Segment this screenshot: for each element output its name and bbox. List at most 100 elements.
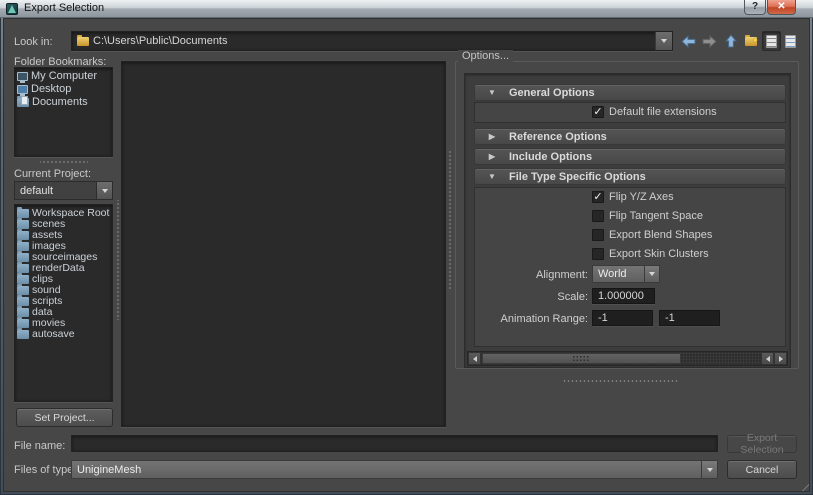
star-icon: ✦	[752, 36, 759, 45]
animation-range-end-input[interactable]: -1	[659, 310, 720, 326]
up-arrow-icon	[724, 34, 738, 48]
close-button[interactable]: ✕	[767, 0, 796, 15]
default-file-extensions-checkbox[interactable]: ✓	[592, 106, 604, 118]
section-header-general-options[interactable]: ▼ General Options	[474, 84, 786, 101]
scale-input[interactable]: 1.000000	[592, 288, 655, 304]
options-group-label: Options...	[458, 50, 513, 62]
folder-icon	[17, 308, 29, 317]
folder-icon	[17, 220, 29, 229]
flip-tangent-space-row: Flip Tangent Space	[592, 210, 703, 222]
list-view-button[interactable]	[762, 31, 781, 51]
bookmarks-splitter-handle[interactable]	[40, 160, 88, 164]
triangle-down-icon: ▼	[475, 88, 509, 97]
chevron-down-icon	[707, 468, 713, 472]
folder-item[interactable]: scripts	[15, 296, 112, 307]
folder-icon	[17, 231, 29, 240]
folder-icon	[77, 37, 89, 46]
up-one-level-button[interactable]	[721, 31, 740, 51]
folder-item[interactable]: clips	[15, 274, 112, 285]
cancel-button[interactable]: Cancel	[727, 460, 797, 479]
alignment-label: Alignment:	[448, 269, 588, 281]
bookmark-item-documents[interactable]: Documents	[15, 96, 112, 109]
folder-icon	[17, 319, 29, 328]
scroll-left-button[interactable]	[468, 352, 481, 365]
project-dropdown-button[interactable]	[96, 181, 113, 200]
folder-item[interactable]: sound	[15, 285, 112, 296]
export-skin-clusters-checkbox[interactable]	[592, 248, 604, 260]
section-header-reference-options[interactable]: ▶ Reference Options	[474, 128, 786, 145]
folder-icon	[17, 330, 29, 339]
folder-icon	[17, 209, 29, 218]
current-path: C:\Users\Public\Documents	[89, 35, 655, 47]
export-blend-shapes-row: Export Blend Shapes	[592, 229, 712, 241]
files-of-type-value: UnigineMesh	[71, 460, 701, 479]
look-in-label: Look in:	[14, 36, 53, 48]
arrow-right-icon	[779, 356, 783, 362]
options-horizontal-scrollbar[interactable]	[467, 351, 788, 366]
bookmark-item-desktop[interactable]: Desktop	[15, 83, 112, 96]
current-project-value: default	[14, 181, 96, 200]
files-of-type-combobox[interactable]: UnigineMesh	[71, 460, 718, 479]
file-name-input[interactable]	[71, 435, 718, 452]
folder-icon	[17, 242, 29, 251]
scrollbar-thumb[interactable]	[482, 353, 681, 364]
back-arrow-icon	[681, 35, 696, 48]
left-panel-splitter-handle[interactable]	[116, 200, 120, 320]
export-blend-shapes-checkbox[interactable]	[592, 229, 604, 241]
export-skin-clusters-row: Export Skin Clusters	[592, 248, 709, 260]
folder-item[interactable]: scenes	[15, 219, 112, 230]
arrow-left-icon	[473, 356, 477, 362]
folder-item[interactable]: autosave	[15, 329, 112, 340]
window-title: Export Selection	[24, 2, 104, 14]
animation-range-start-input[interactable]: -1	[592, 310, 653, 326]
chevron-down-icon	[649, 272, 655, 276]
chevron-down-icon	[661, 39, 667, 43]
forward-arrow-icon	[702, 35, 717, 48]
alignment-combobox[interactable]: World	[592, 265, 660, 283]
file-name-label: File name:	[14, 440, 65, 452]
checkbox-label: Export Blend Shapes	[609, 229, 712, 241]
alignment-value: World	[592, 265, 644, 283]
thumb-grip-icon	[572, 355, 590, 363]
maya-app-icon	[6, 3, 18, 15]
computer-icon	[17, 72, 28, 81]
triangle-right-icon: ▶	[475, 132, 509, 141]
section-header-include-options[interactable]: ▶ Include Options	[474, 148, 786, 165]
checkbox-label: Flip Y/Z Axes	[609, 191, 674, 203]
scroll-right-button[interactable]	[774, 352, 787, 365]
path-dropdown-button[interactable]	[655, 32, 672, 50]
path-combobox[interactable]: C:\Users\Public\Documents	[71, 31, 673, 51]
file-list-view[interactable]	[121, 61, 446, 427]
checkbox-label: Flip Tangent Space	[609, 210, 703, 222]
title-bar[interactable]: Export Selection ? ✕	[0, 0, 813, 18]
export-selection-button[interactable]: Export Selection	[727, 435, 797, 453]
arrow-left-icon	[766, 356, 770, 362]
files-of-type-dropdown-button[interactable]	[701, 460, 718, 479]
folder-icon	[17, 297, 29, 306]
current-project-label: Current Project:	[14, 168, 91, 180]
help-button[interactable]: ?	[744, 0, 766, 15]
folder-icon	[17, 275, 29, 284]
documents-folder-icon	[17, 98, 29, 107]
options-bottom-splitter-handle[interactable]	[563, 379, 678, 383]
forward-button[interactable]	[700, 31, 719, 51]
flip-yz-axes-checkbox[interactable]: ✓	[592, 191, 604, 203]
project-folder-tree: Workspace Root scenes assets images sour…	[14, 204, 113, 402]
alignment-dropdown-button[interactable]	[644, 265, 660, 283]
scroll-left-button-secondary[interactable]	[761, 352, 774, 365]
bookmark-item-my-computer[interactable]: My Computer	[15, 70, 112, 83]
checkbox-label: Export Skin Clusters	[609, 248, 709, 260]
set-project-button[interactable]: Set Project...	[16, 408, 113, 427]
triangle-right-icon: ▶	[475, 152, 509, 161]
current-project-combobox[interactable]: default	[14, 181, 113, 200]
folder-icon	[17, 253, 29, 262]
folder-item[interactable]: renderData	[15, 263, 112, 274]
list-view-icon	[766, 35, 777, 48]
details-view-button[interactable]	[781, 31, 800, 51]
flip-tangent-space-checkbox[interactable]	[592, 210, 604, 222]
checkbox-label: Default file extensions	[609, 106, 717, 118]
section-header-file-type-specific-options[interactable]: ▼ File Type Specific Options	[474, 168, 786, 185]
scrollbar-track[interactable]	[481, 352, 761, 365]
back-button[interactable]	[679, 31, 698, 51]
create-new-folder-button[interactable]: ✦	[741, 31, 760, 51]
